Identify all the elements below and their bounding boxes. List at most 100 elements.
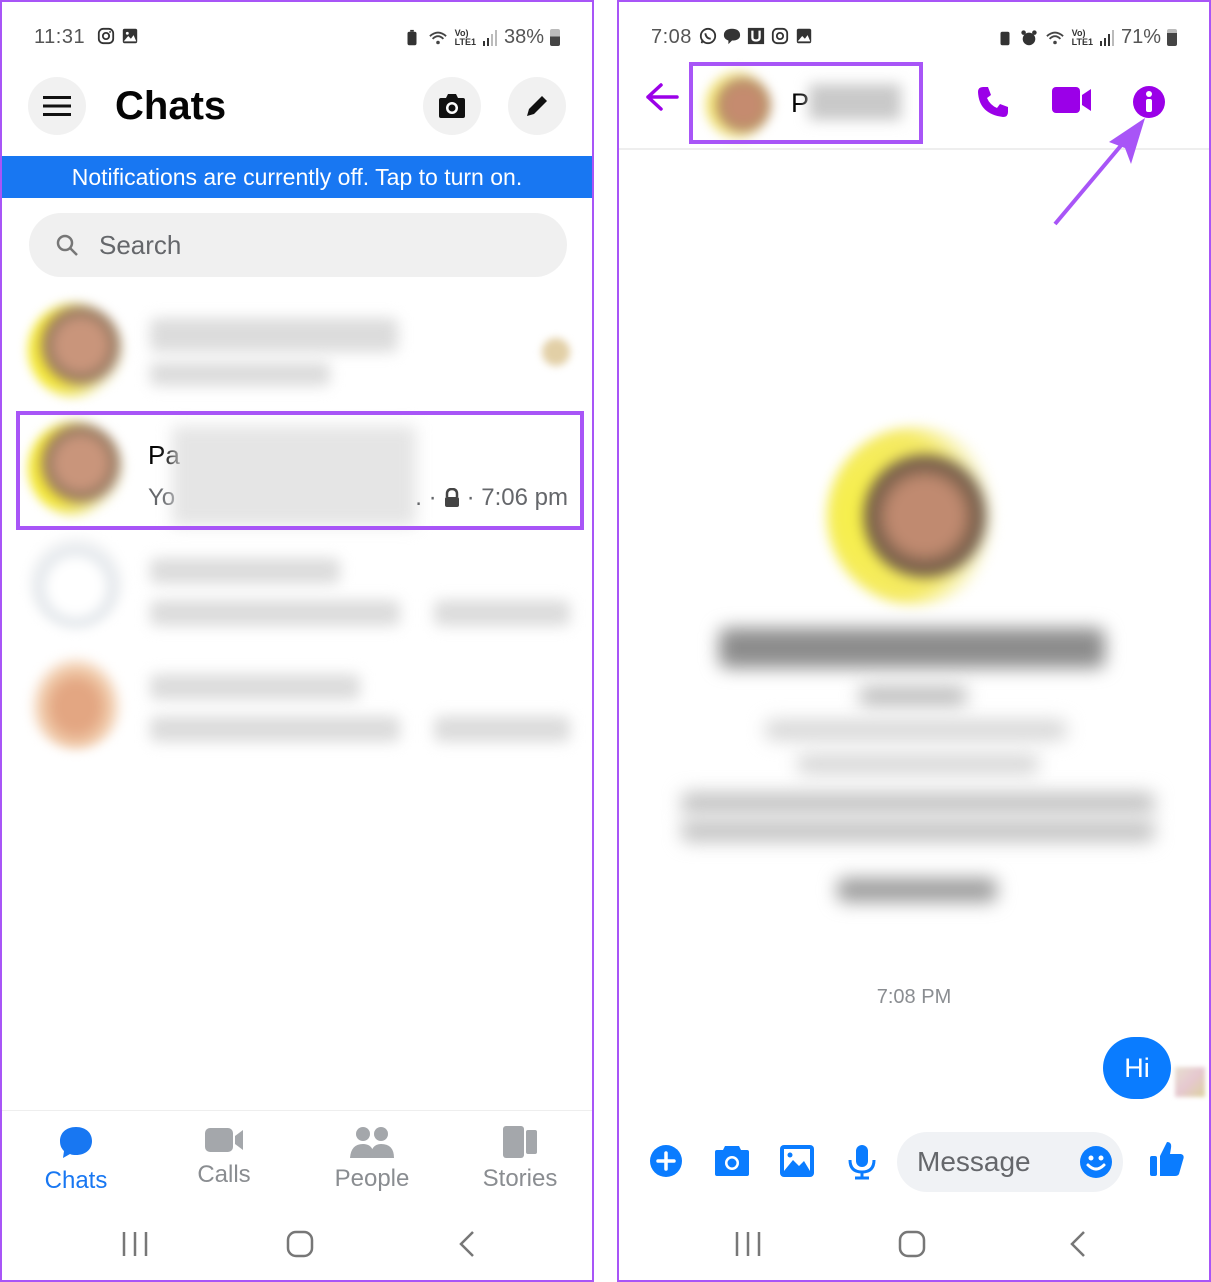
back-button[interactable]: [1053, 1224, 1103, 1264]
redacted-name: [150, 674, 360, 700]
redacted-time: [434, 716, 570, 742]
chat-list-item[interactable]: [26, 652, 576, 752]
plus-icon[interactable]: [649, 1144, 683, 1178]
redacted-profile-info: [681, 792, 1155, 814]
phone-icon[interactable]: [975, 84, 1011, 120]
redacted-profile-subtitle: [859, 686, 967, 706]
chat-icon: [723, 28, 741, 45]
thumbs-up-icon[interactable]: [1149, 1140, 1185, 1178]
tab-calls[interactable]: Calls: [154, 1125, 294, 1189]
redacted-profile-info: [681, 820, 1155, 842]
redacted-preview: [150, 362, 330, 386]
home-icon: [898, 1230, 926, 1258]
home-button[interactable]: [275, 1224, 325, 1264]
emoji-icon[interactable]: [1079, 1145, 1113, 1179]
contact-avatar: [28, 302, 124, 398]
redacted-name: [150, 318, 398, 352]
search-input[interactable]: [99, 229, 519, 261]
contact-avatar: [28, 534, 124, 630]
chat-list-item[interactable]: [26, 300, 576, 400]
status-left-icons: [699, 27, 813, 45]
status-bar: 11:31 Vo) LTE1 38%: [2, 24, 592, 54]
redacted-profile-info: [765, 720, 1067, 740]
message-input-container[interactable]: [897, 1132, 1123, 1192]
read-receipt-avatar: [542, 338, 570, 366]
wifi-icon: [428, 31, 447, 44]
status-time: 11:31: [34, 26, 86, 48]
instagram-icon: [97, 27, 115, 45]
conversation-screen: 7:08 Vo) LTE1 71% P 7:08 PM Hi Message: [617, 0, 1211, 1282]
battery-percent: 38%: [503, 26, 544, 48]
back-button[interactable]: [442, 1224, 492, 1264]
highlight-box: [16, 411, 584, 530]
gallery-icon: [122, 28, 138, 44]
redacted-preview: [150, 600, 400, 626]
search-bar[interactable]: [29, 213, 567, 277]
message-input[interactable]: [917, 1146, 1067, 1178]
view-profile-button[interactable]: [837, 878, 997, 902]
whatsapp-icon: [699, 27, 717, 45]
chats-screen: 11:31 Vo) LTE1 38% Chats Notifications ar…: [0, 0, 594, 1282]
chat-bubble-icon: [60, 1127, 92, 1158]
seen-receipt-avatar: [1175, 1067, 1205, 1097]
back-chevron-icon: [459, 1231, 474, 1257]
stories-icon: [503, 1126, 537, 1158]
battery-saver-icon: [1000, 31, 1010, 45]
profile-photo[interactable]: [827, 427, 1005, 605]
recent-apps-button[interactable]: [723, 1224, 773, 1264]
signal-icon: [1099, 29, 1114, 46]
video-camera-icon: [205, 1128, 243, 1152]
chat-list-item[interactable]: [26, 532, 576, 632]
battery-icon: [1167, 29, 1177, 46]
image-icon[interactable]: [779, 1144, 815, 1178]
menu-button[interactable]: [28, 77, 86, 135]
u-app-icon: [747, 27, 765, 45]
search-icon: [56, 234, 78, 256]
signal-icon: [482, 29, 497, 46]
message-composer: [619, 1130, 1209, 1192]
arrow-left-icon[interactable]: [645, 82, 679, 112]
tab-chats[interactable]: Chats: [6, 1125, 146, 1195]
notifications-off-banner[interactable]: Notifications are currently off. Tap to …: [2, 156, 592, 198]
battery-icon: [550, 29, 560, 46]
redacted-profile-name: [719, 628, 1105, 668]
status-bar: 7:08 Vo) LTE1 71%: [619, 24, 1209, 54]
redacted-time: [434, 600, 570, 626]
camera-icon: [439, 94, 465, 118]
page-title: Chats: [115, 84, 227, 128]
wifi-icon: [1045, 31, 1064, 44]
pencil-icon: [527, 96, 547, 116]
back-chevron-icon: [1070, 1231, 1085, 1257]
gallery-icon: [796, 28, 812, 44]
instagram-icon: [771, 27, 789, 45]
annotation-arrow: [1053, 118, 1145, 226]
tab-stories[interactable]: Stories: [450, 1125, 590, 1193]
sent-message-bubble[interactable]: Hi: [1103, 1037, 1171, 1099]
tab-people[interactable]: People: [302, 1125, 442, 1193]
recent-apps-button[interactable]: [110, 1224, 160, 1264]
alarm-icon: [1020, 29, 1037, 45]
microphone-icon[interactable]: [847, 1144, 877, 1180]
battery-saver-icon: [407, 29, 417, 45]
people-icon: [350, 1127, 394, 1158]
camera-icon[interactable]: [713, 1144, 751, 1178]
hamburger-menu-icon: [43, 96, 71, 116]
status-right-icons: Vo) LTE1 71%: [996, 26, 1177, 49]
status-left-icons: [97, 27, 139, 45]
system-nav-bar: [619, 1224, 1209, 1264]
status-time: 7:08: [651, 26, 692, 48]
system-nav-bar: [2, 1224, 592, 1264]
redacted-profile-info: [797, 754, 1039, 774]
volte-lte1-icon: Vo) LTE1: [1071, 27, 1093, 47]
volte-lte1-icon: Vo) LTE1: [454, 27, 476, 47]
home-icon: [286, 1230, 314, 1258]
home-button[interactable]: [887, 1224, 937, 1264]
bottom-tab-bar: Chats Calls People Stories: [2, 1110, 592, 1210]
message-timestamp: 7:08 PM: [876, 986, 952, 1008]
redacted-name: [150, 558, 340, 584]
camera-button[interactable]: [423, 77, 481, 135]
battery-percent: 71%: [1120, 26, 1161, 48]
status-right-icons: Vo) LTE1 38%: [403, 26, 560, 49]
new-message-button[interactable]: [508, 77, 566, 135]
highlight-box: [689, 62, 923, 144]
